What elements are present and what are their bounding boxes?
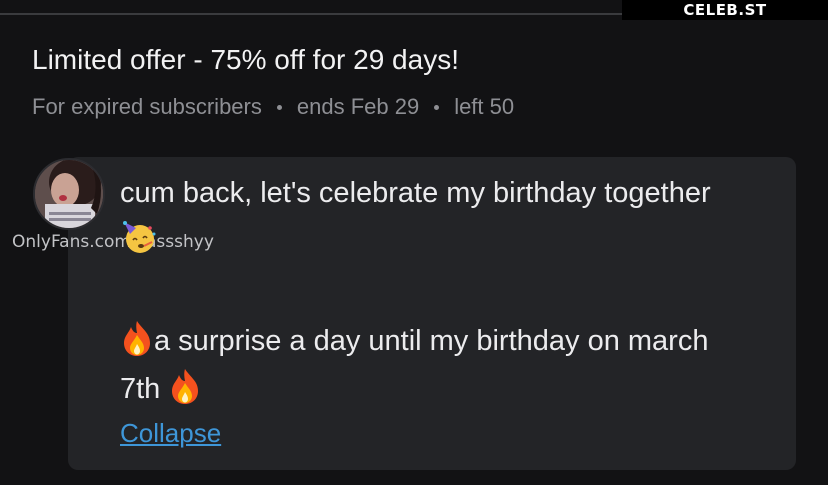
offer-end-date: ends Feb 29 — [296, 94, 420, 119]
message-line-emoji — [120, 218, 158, 265]
message-line-surprise: a surprise a day until my birthday on ma… — [120, 319, 708, 366]
avatar[interactable] — [33, 158, 105, 230]
offer-audience: For expired subscribers — [32, 94, 262, 119]
separator-dot — [276, 104, 282, 110]
offer-remaining: left 50 — [454, 94, 515, 119]
message-line-date: 7th — [120, 367, 202, 414]
message-line: a surprise a day until my birthday on ma… — [154, 325, 709, 358]
offer-title: Limited offer - 75% off for 29 days! — [32, 44, 459, 75]
message-line: 7th — [120, 373, 161, 406]
partying-face-icon — [120, 218, 158, 265]
offer-meta: For expired subscribers ends Feb 29 left… — [32, 94, 514, 120]
site-watermark: CELEB.ST — [622, 0, 828, 20]
collapse-link[interactable]: Collapse — [120, 418, 221, 449]
fire-icon — [168, 367, 202, 414]
separator-dot — [434, 104, 440, 110]
top-divider — [0, 13, 622, 15]
creator-watermark: OnlyFans.com/cassshyy — [12, 232, 214, 252]
message-line: cum back, let's celebrate my birthday to… — [120, 177, 711, 209]
fire-icon — [120, 319, 154, 366]
